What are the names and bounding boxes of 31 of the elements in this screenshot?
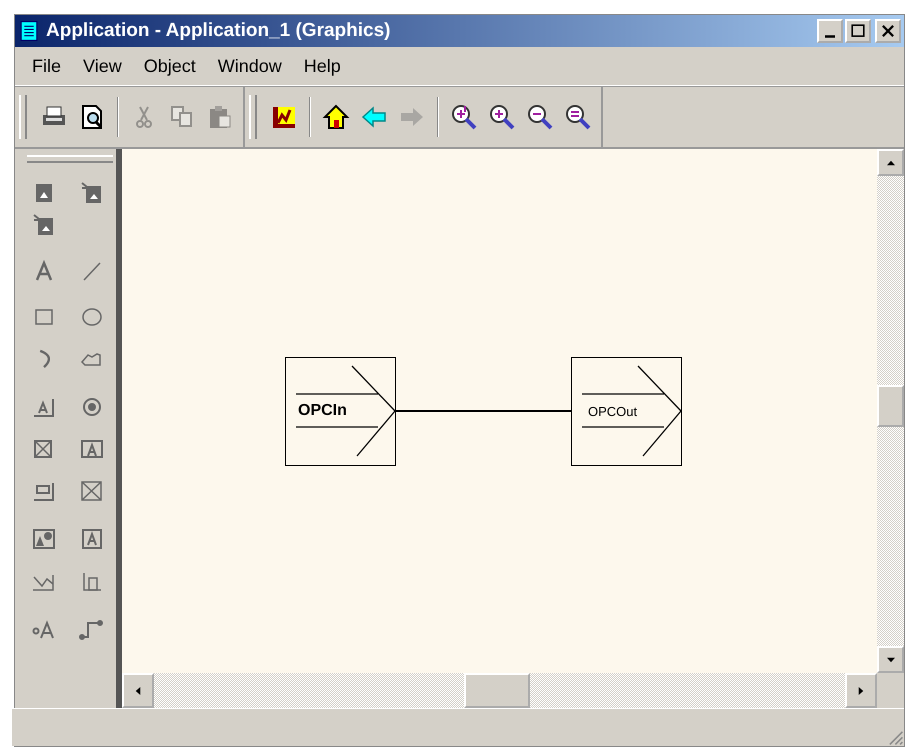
minimize-button[interactable] bbox=[817, 19, 843, 43]
toolbar-grip[interactable] bbox=[19, 95, 27, 139]
zoom-in-icon bbox=[488, 103, 516, 131]
minimize-icon bbox=[825, 34, 835, 38]
window-title: Application - Application_1 (Graphics) bbox=[46, 20, 392, 42]
block-label: OPCOut bbox=[588, 404, 638, 419]
scroll-left-button[interactable] bbox=[122, 673, 154, 708]
zoom-out-icon bbox=[526, 103, 554, 131]
arc-icon bbox=[38, 349, 50, 369]
menu-item[interactable]: Object bbox=[132, 56, 207, 76]
scroll-up-button[interactable] bbox=[877, 149, 904, 176]
close-icon bbox=[879, 22, 897, 40]
palette-grip[interactable] bbox=[27, 155, 113, 163]
menu-item[interactable]: File bbox=[21, 56, 72, 76]
maximize-button[interactable] bbox=[845, 19, 871, 43]
toolbar-grip[interactable] bbox=[249, 95, 257, 139]
home-icon bbox=[322, 103, 350, 131]
block-label: OPCIn bbox=[298, 402, 347, 420]
scroll-down-button[interactable] bbox=[877, 646, 904, 673]
scroll-thumb[interactable] bbox=[877, 385, 904, 427]
zoom-reset-icon bbox=[564, 103, 592, 131]
menu-item[interactable]: Window bbox=[206, 56, 293, 76]
scroll-thumb[interactable] bbox=[464, 673, 530, 708]
close-button[interactable] bbox=[875, 19, 901, 43]
horizontal-scrollbar[interactable] bbox=[119, 673, 877, 708]
menu-item[interactable]: Help bbox=[292, 56, 352, 76]
zoom-in-icon bbox=[450, 103, 478, 131]
maximize-icon bbox=[849, 22, 867, 40]
menu-item[interactable]: View bbox=[72, 56, 133, 76]
vertical-scrollbar[interactable] bbox=[877, 149, 904, 673]
document-icon bbox=[18, 20, 40, 42]
